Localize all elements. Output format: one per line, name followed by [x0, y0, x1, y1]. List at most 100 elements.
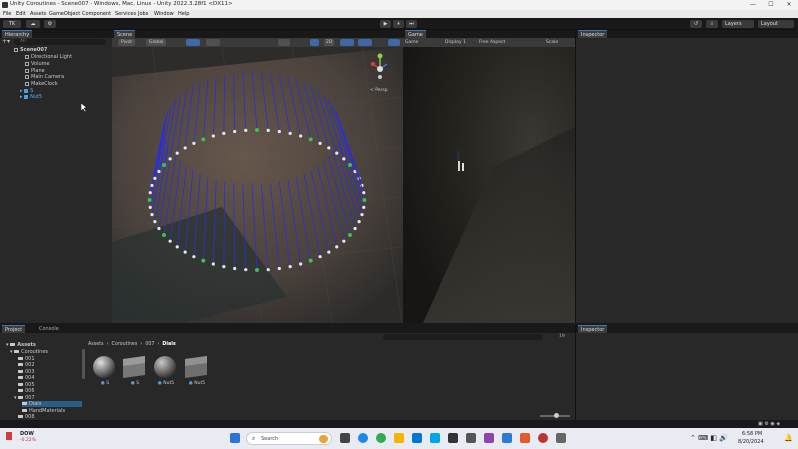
taskbar-search-input[interactable]: ⌕ Search	[246, 432, 332, 445]
folder-icon	[18, 388, 23, 393]
tree-scrollbar[interactable]	[82, 349, 85, 379]
chrome-icon[interactable]	[376, 433, 386, 443]
grid-snap-button[interactable]	[186, 39, 200, 46]
history-icon[interactable]: ↺	[690, 20, 702, 28]
tree-folder-002[interactable]: 002	[18, 362, 35, 368]
folder-icon	[18, 356, 23, 361]
menu-file[interactable]: File	[3, 11, 11, 17]
visual-studio-icon[interactable]	[484, 433, 494, 443]
search-icon[interactable]: ⌕	[706, 20, 718, 28]
global-dropdown[interactable]: Global	[146, 39, 167, 46]
asset-tile[interactable]: ● S	[122, 355, 148, 387]
app-icon[interactable]	[556, 433, 566, 443]
2d-toggle[interactable]: 2D	[324, 39, 335, 46]
menu-edit[interactable]: Edit	[16, 11, 26, 17]
dial-tick	[201, 258, 206, 263]
account-button[interactable]: TK	[3, 20, 21, 28]
layout-dropdown[interactable]: Layout	[758, 20, 794, 28]
breadcrumb-item[interactable]: Assets	[88, 342, 104, 347]
tree-folder-006[interactable]: 006	[18, 388, 35, 394]
close-button[interactable]: ✕	[780, 0, 798, 10]
breadcrumb-item[interactable]: 007	[145, 342, 154, 347]
task-view-icon[interactable]	[340, 433, 350, 443]
lighting-toggle[interactable]	[310, 39, 319, 46]
photos-icon[interactable]	[430, 433, 440, 443]
unity-hub-icon[interactable]	[448, 433, 458, 443]
game-mode-dropdown[interactable]: Game	[405, 38, 418, 47]
mail-icon[interactable]	[412, 433, 422, 443]
hierarchy-item-main-camera[interactable]: Main Camera	[25, 74, 64, 80]
asset-tile[interactable]: ● Nut5	[184, 355, 210, 387]
tab-hierarchy[interactable]: Hierarchy	[2, 30, 33, 38]
menu-services[interactable]: Services	[115, 11, 136, 17]
aspect-dropdown[interactable]: Free Aspect	[479, 38, 505, 47]
hierarchy-item-volume[interactable]: Volume	[25, 61, 50, 67]
effects-toggle[interactable]	[358, 39, 372, 46]
menu-assets[interactable]: Assets	[30, 11, 46, 17]
menu-help[interactable]: Help	[178, 11, 189, 17]
hierarchy-item-directional-light[interactable]: Directional Light	[25, 54, 72, 60]
layers-dropdown[interactable]: Layers	[722, 20, 754, 28]
brave-icon[interactable]	[520, 433, 530, 443]
tab-inspector-2[interactable]: Inspector	[578, 325, 608, 333]
tab-inspector[interactable]: Inspector	[578, 30, 608, 38]
system-tray-icons[interactable]: ⌃ ⌨ ◧ 🔊	[690, 434, 728, 442]
clock-time[interactable]: 6:58 PM	[742, 431, 762, 437]
inspector2-tabstrip: Inspector	[576, 325, 798, 333]
menu-gameobject[interactable]: GameObject	[49, 11, 80, 17]
play-button[interactable]: ▶	[380, 20, 391, 28]
scale-label: Scale	[546, 40, 559, 45]
snap-increment-button[interactable]	[206, 39, 220, 46]
tree-folder-004[interactable]: 004	[18, 375, 35, 381]
notification-icon[interactable]: 🔔	[784, 434, 793, 442]
audio-toggle[interactable]	[340, 39, 354, 46]
stock-name[interactable]: DOW	[20, 431, 34, 437]
add-object-icon[interactable]: +▾	[2, 39, 10, 45]
pivot-dropdown[interactable]: Pivot	[118, 39, 136, 46]
display-dropdown[interactable]: Display 1	[445, 38, 466, 47]
hierarchy-search-input[interactable]: All	[14, 39, 106, 45]
tab-project[interactable]: Project	[2, 325, 26, 333]
menu-jobs[interactable]: Jobs	[138, 11, 148, 17]
project-search-input[interactable]	[383, 334, 543, 340]
asset-tile[interactable]: ● S	[92, 355, 118, 387]
dial-tick	[342, 239, 346, 243]
draw-mode-button[interactable]	[278, 39, 290, 46]
asset-tile[interactable]: ● Nut5	[153, 355, 179, 387]
menu-window[interactable]: Window	[154, 11, 174, 17]
tab-game[interactable]: Game	[405, 30, 426, 38]
clock-date[interactable]: 8/20/2024	[738, 439, 764, 445]
windows-start-icon[interactable]	[230, 433, 240, 443]
scene-view[interactable]: Scene Pivot Global 2D ✋ ✥ ↻ ▣ ▢ ⊞	[112, 30, 403, 323]
step-button[interactable]: ⏭	[406, 20, 417, 28]
inspector-panel: Inspector	[575, 30, 798, 323]
asset-label: S	[136, 381, 140, 386]
orientation-gizmo[interactable]	[364, 53, 400, 93]
hierarchy-item-makeclock[interactable]: MakeClock	[25, 81, 58, 87]
vscode-icon[interactable]	[502, 433, 512, 443]
tree-folder-dials[interactable]: Dials	[22, 401, 82, 407]
file-explorer-icon[interactable]	[394, 433, 404, 443]
hierarchy-item-nut5[interactable]: ▸ Nut5	[20, 94, 42, 100]
cloud-icon[interactable]: ☁	[26, 20, 40, 28]
game-view[interactable]: Game Game Display 1 Free Aspect Scale	[403, 30, 575, 323]
tab-scene[interactable]: Scene	[114, 30, 136, 38]
gizmos-button[interactable]	[388, 39, 400, 46]
dial-tick	[288, 131, 292, 135]
edge-icon[interactable]	[358, 433, 368, 443]
breadcrumb-item[interactable]: Coroutines	[112, 342, 138, 347]
menu-component[interactable]: Component	[82, 11, 111, 17]
collab-icon[interactable]: ⚙	[44, 20, 56, 28]
tree-coroutines[interactable]: ▾ Coroutines	[10, 349, 48, 355]
scene-root[interactable]: Scene007	[14, 47, 47, 53]
maximize-button[interactable]: ☐	[762, 0, 780, 10]
minimize-button[interactable]: —	[744, 0, 762, 10]
pause-button[interactable]: ⏸	[393, 20, 404, 28]
unity-editor-icon[interactable]	[466, 433, 476, 443]
breadcrumb-item[interactable]: Dials	[162, 342, 175, 347]
tree-assets[interactable]: ▾ Assets	[6, 342, 36, 348]
persp-label[interactable]: < Persp	[370, 88, 388, 93]
recorder-icon[interactable]	[538, 433, 548, 443]
tab-console[interactable]: Console	[36, 325, 62, 333]
icon-size-slider-handle[interactable]	[554, 413, 559, 418]
